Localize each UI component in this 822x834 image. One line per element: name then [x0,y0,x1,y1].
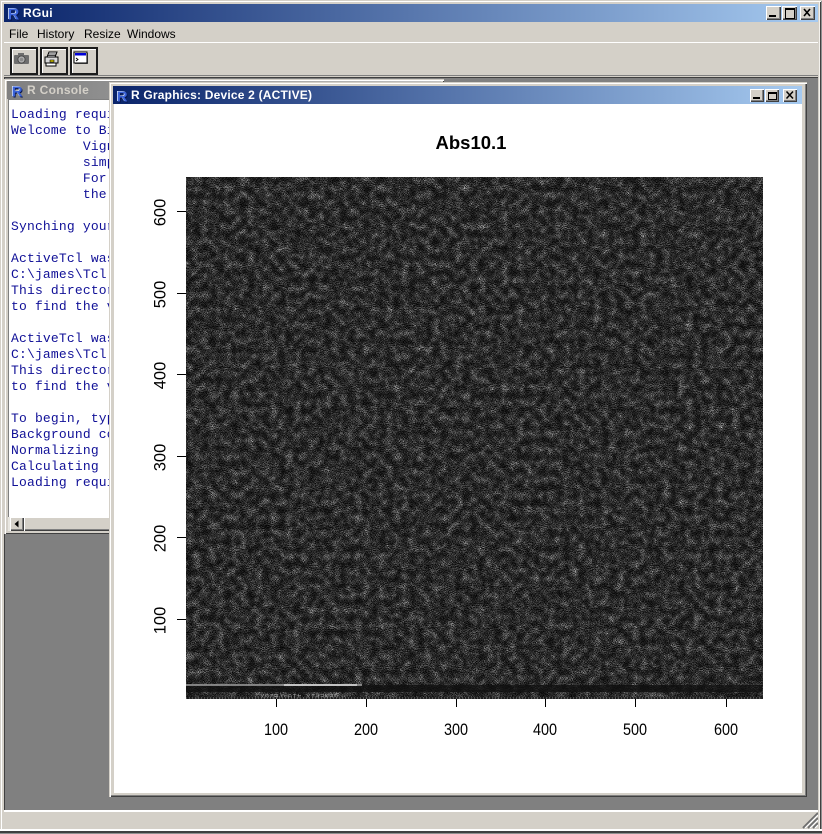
svg-text:R: R [12,84,23,98]
svg-text:R: R [117,89,128,103]
svg-text:R: R [8,7,20,21]
